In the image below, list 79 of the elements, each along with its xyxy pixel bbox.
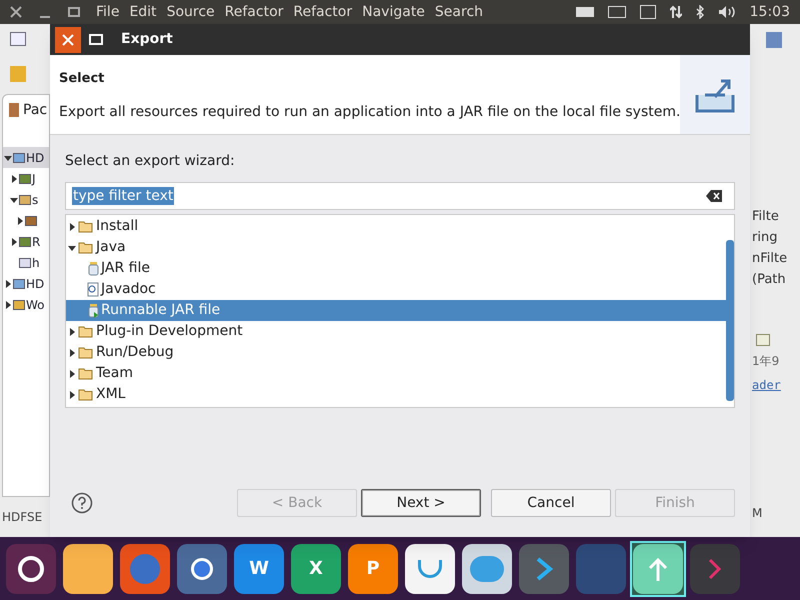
help-icon[interactable] <box>71 492 93 514</box>
page-description: Export all resources required to run an application into a JAR file on the local file system. <box>59 102 680 122</box>
tree-item[interactable]: Run/Debug <box>66 342 726 363</box>
menu-item[interactable]: Navigate <box>362 2 425 22</box>
tree-label: HD <box>26 276 44 292</box>
expanded-arrow-icon[interactable] <box>68 244 76 252</box>
tree-label: Wo <box>26 296 45 314</box>
tree-item[interactable]: XML <box>66 384 726 405</box>
dialog-button[interactable]: Next > <box>361 489 481 517</box>
tree-label: R <box>32 234 40 250</box>
new-window-icon[interactable] <box>10 32 26 46</box>
clock[interactable]: 15:03 <box>750 2 790 22</box>
page-heading: Select <box>59 70 106 88</box>
tree-label: h <box>32 254 40 272</box>
menu-item[interactable]: File <box>96 2 120 22</box>
tree-item[interactable]: JAR file <box>66 258 726 279</box>
collapsed-arrow-icon[interactable] <box>16 216 24 224</box>
tree-label: s <box>32 192 38 208</box>
menu-item[interactable]: Source <box>166 2 215 22</box>
collapsed-arrow-icon[interactable] <box>68 370 76 378</box>
expanded-arrow-icon[interactable] <box>4 154 12 162</box>
filter-field[interactable]: type filter text <box>65 182 735 210</box>
collapsed-arrow-icon[interactable] <box>4 300 12 308</box>
collapsed-arrow-icon[interactable] <box>10 238 18 246</box>
clear-icon[interactable] <box>706 190 722 202</box>
tree-label: J <box>32 170 36 188</box>
new-icon[interactable] <box>756 334 770 346</box>
menu-item[interactable]: Edit <box>129 2 157 22</box>
collapsed-arrow-icon[interactable] <box>68 390 76 398</box>
dialog-title: Export <box>121 30 173 49</box>
menu-item[interactable]: Refactor <box>224 2 284 22</box>
code-line: (Path <box>752 271 787 289</box>
close-button[interactable] <box>55 26 81 52</box>
collapsed-arrow-icon[interactable] <box>10 174 18 182</box>
close-icon[interactable] <box>10 6 22 18</box>
close-icon <box>62 34 74 46</box>
collapsed-arrow-icon[interactable] <box>68 222 76 230</box>
tree-item[interactable]: Java <box>66 237 726 258</box>
status-text: M <box>752 505 764 522</box>
tree-item[interactable]: Plug-in Development <box>66 321 726 342</box>
filter-text: type filter text <box>72 187 174 205</box>
jar-icon <box>86 260 100 276</box>
code-line: Filte <box>752 208 780 226</box>
link[interactable]: ader <box>752 376 800 394</box>
tree-item[interactable]: s <box>3 189 49 210</box>
status-text: HDFSE <box>2 509 42 526</box>
collapsed-arrow-icon[interactable] <box>68 328 76 336</box>
library-icon <box>19 173 31 184</box>
tree-item[interactable]: J <box>3 168 49 189</box>
code-line: nFilte <box>752 250 788 268</box>
wizard-prompt: Select an export wizard: <box>65 152 236 171</box>
tree-item[interactable]: Wo <box>3 294 49 315</box>
code-line: ring <box>752 229 778 247</box>
tree-item[interactable]: h <box>3 252 49 273</box>
tree-item[interactable]: Runnable JAR file <box>66 300 726 321</box>
bluetooth-icon[interactable] <box>696 5 704 19</box>
collapsed-arrow-icon[interactable] <box>68 348 76 356</box>
menu-item[interactable]: Search <box>434 2 484 22</box>
volume-icon[interactable] <box>718 5 736 19</box>
javadoc-icon <box>86 282 100 298</box>
tree-item[interactable]: HD <box>3 273 49 294</box>
menu-item[interactable]: Refactor <box>293 2 352 22</box>
date-text: 1年9 <box>752 353 780 370</box>
tree-item[interactable]: Team <box>66 363 726 384</box>
tree-label: HD <box>26 150 44 166</box>
collapsed-arrow-icon[interactable] <box>4 280 12 288</box>
dialog-button[interactable]: Cancel <box>491 489 611 517</box>
runnable-jar-icon <box>86 302 100 318</box>
tree-item[interactable]: Javadoc <box>66 279 726 300</box>
maximize-icon <box>89 34 103 45</box>
network-icon[interactable] <box>670 5 682 19</box>
tree-item[interactable]: Install <box>66 216 726 237</box>
tree-item[interactable]: HD <box>3 147 49 168</box>
tree-item[interactable]: R <box>3 231 49 252</box>
library-icon <box>19 236 31 247</box>
panel-tab[interactable]: Pac <box>23 100 48 120</box>
file-icon <box>19 257 31 268</box>
expanded-arrow-icon[interactable] <box>10 196 18 204</box>
maximize-icon[interactable] <box>68 7 80 17</box>
